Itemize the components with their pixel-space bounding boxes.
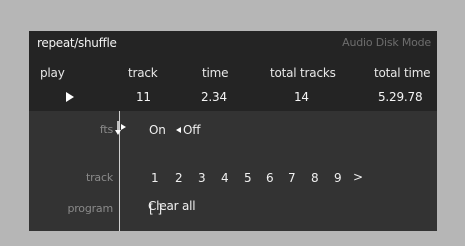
title-bar: repeat/shuffle Audio Disk Mode <box>29 31 437 55</box>
column-total-tracks: total tracks <box>270 66 336 80</box>
column-play: play <box>40 66 65 80</box>
menu-title: repeat/shuffle <box>37 36 117 50</box>
next-tracks-icon[interactable]: > <box>353 170 363 184</box>
total-time-value: 5.29.78 <box>378 90 423 104</box>
track-8[interactable]: 8 <box>311 171 319 185</box>
track-4[interactable]: 4 <box>221 171 229 185</box>
mode-label: Audio Disk Mode <box>342 36 431 49</box>
track-5[interactable]: 5 <box>244 171 252 185</box>
column-total-time: total time <box>374 66 431 80</box>
fts-label: fts <box>99 123 113 136</box>
clear-all-button[interactable]: Clear all <box>148 199 196 213</box>
track-7[interactable]: 7 <box>288 171 296 185</box>
total-tracks-value: 14 <box>294 90 309 104</box>
track-label: track <box>86 171 113 184</box>
status-header: repeat/shuffle Audio Disk Mode play trac… <box>29 31 437 111</box>
time-value: 2.34 <box>201 90 227 104</box>
track-value: 11 <box>136 90 151 104</box>
cursor-arrow-icon <box>115 121 126 135</box>
play-icon <box>66 92 74 102</box>
track-1[interactable]: 1 <box>151 171 159 185</box>
track-6[interactable]: 6 <box>266 171 274 185</box>
track-3[interactable]: 3 <box>198 171 206 185</box>
audio-disk-screen: repeat/shuffle Audio Disk Mode play trac… <box>29 31 437 231</box>
column-time: time <box>202 66 229 80</box>
program-label: program <box>67 202 113 215</box>
fts-off-option[interactable]: Off <box>183 123 201 137</box>
track-2[interactable]: 2 <box>175 171 183 185</box>
selection-arrow-icon <box>176 127 181 133</box>
fts-on-option[interactable]: On <box>149 123 166 137</box>
column-track: track <box>128 66 158 80</box>
track-9[interactable]: 9 <box>334 171 342 185</box>
